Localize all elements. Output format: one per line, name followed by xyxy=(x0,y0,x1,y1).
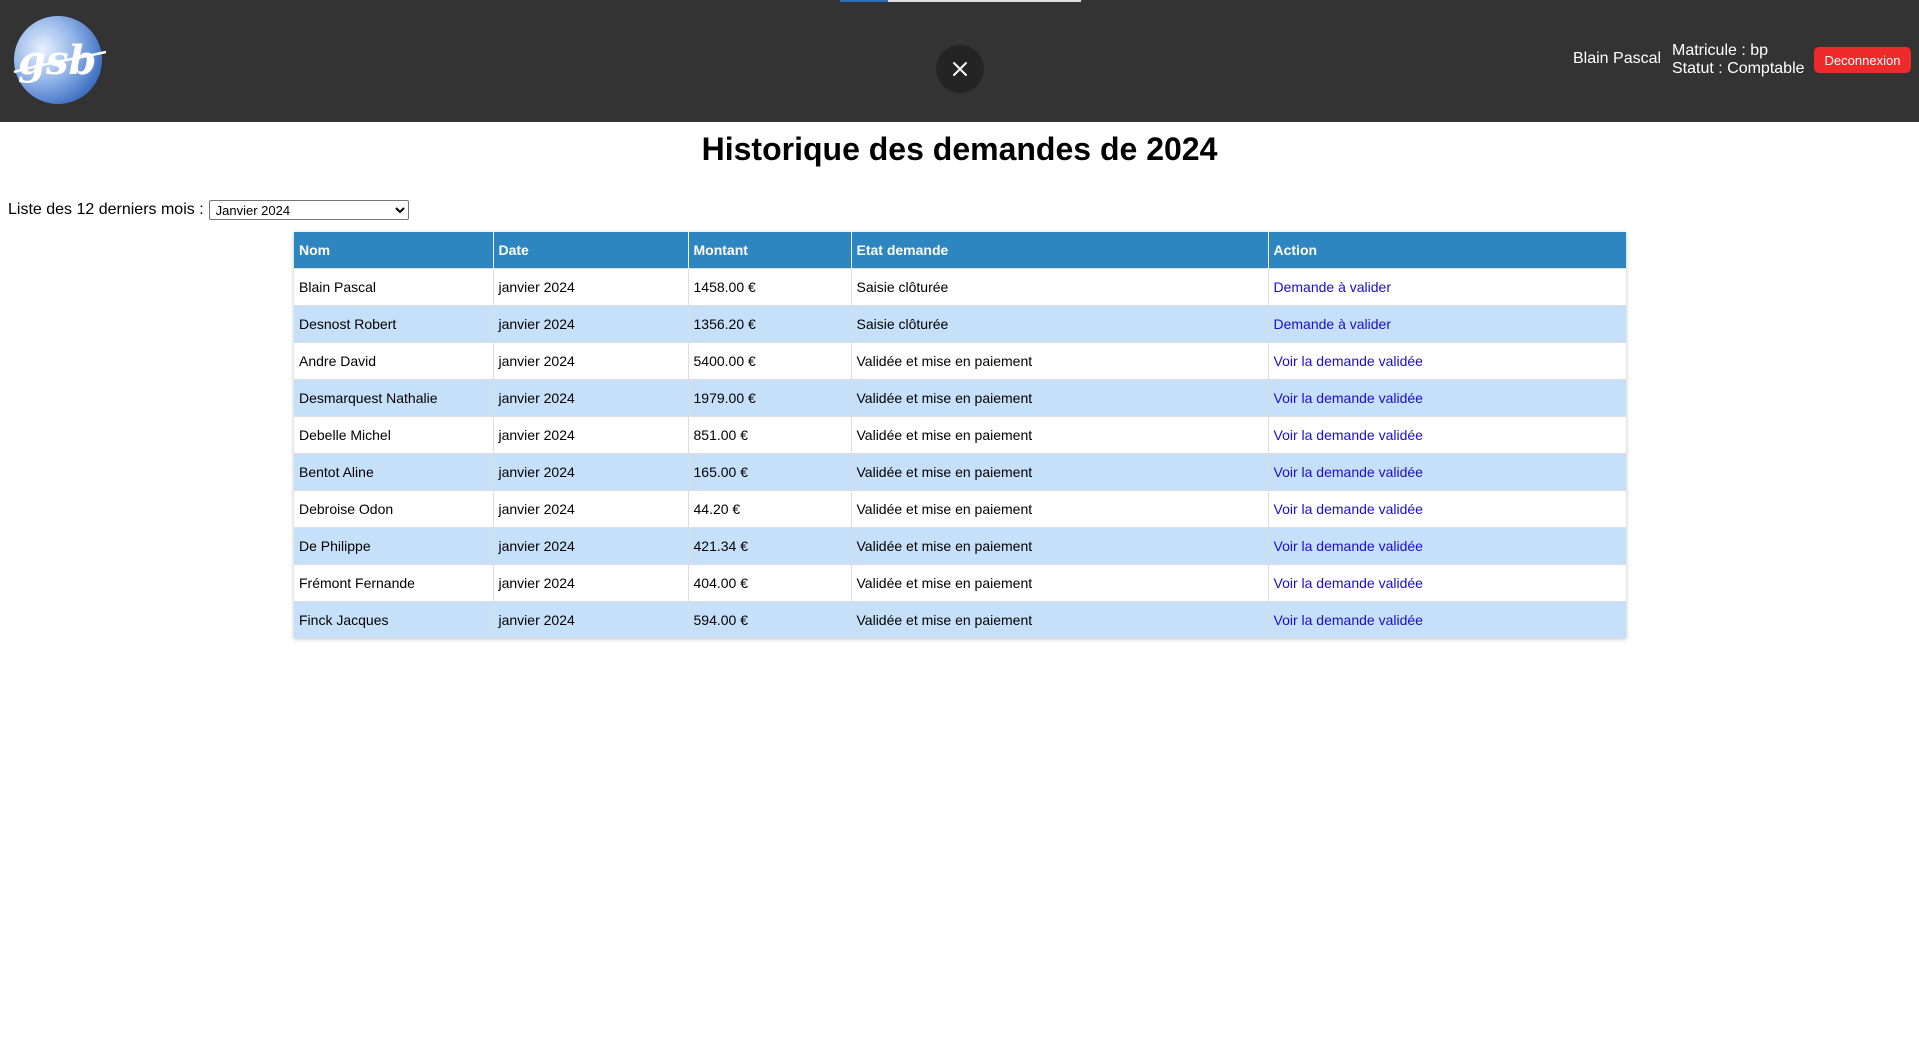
cell-montant: 1356.20 € xyxy=(688,305,852,343)
month-select[interactable]: Janvier 2024 xyxy=(208,200,409,220)
cell-date: janvier 2024 xyxy=(493,527,689,565)
user-matricule: Matricule : bp xyxy=(1672,42,1769,59)
user-statut: Statut : Comptable xyxy=(1672,60,1805,77)
cell-montant: 1458.00 € xyxy=(688,268,852,306)
cell-etat: Validée et mise en paiement xyxy=(851,453,1269,491)
table-row: Desnost Robert janvier 2024 1356.20 € Sa… xyxy=(294,305,1626,343)
column-header-etat: Etat demande xyxy=(851,232,1269,269)
cell-etat: Validée et mise en paiement xyxy=(851,342,1269,380)
table-row: Blain Pascal janvier 2024 1458.00 € Sais… xyxy=(294,268,1626,306)
action-link[interactable]: Voir la demande validée xyxy=(1274,390,1423,406)
cell-nom: Debroise Odon xyxy=(294,490,494,528)
gsb-logo[interactable]: gsb xyxy=(10,14,106,106)
table-row: Finck Jacques janvier 2024 594.00 € Vali… xyxy=(294,601,1626,638)
column-header-montant: Montant xyxy=(688,232,852,269)
cell-date: janvier 2024 xyxy=(493,379,689,417)
cell-action: Demande à valider xyxy=(1268,305,1626,343)
cell-etat: Validée et mise en paiement xyxy=(851,601,1269,638)
cell-action: Voir la demande validée xyxy=(1268,564,1626,602)
cell-montant: 421.34 € xyxy=(688,527,852,565)
close-button[interactable] xyxy=(936,45,984,93)
cell-etat: Saisie clôturée xyxy=(851,305,1269,343)
table-row: Frémont Fernande janvier 2024 404.00 € V… xyxy=(294,564,1626,602)
action-link[interactable]: Voir la demande validée xyxy=(1274,427,1423,443)
cell-action: Voir la demande validée xyxy=(1268,453,1626,491)
cell-date: janvier 2024 xyxy=(493,490,689,528)
top-progress-strip xyxy=(840,0,1081,2)
logout-button[interactable]: Deconnexion xyxy=(1814,47,1911,73)
month-filter: Liste des 12 derniers mois : Janvier 202… xyxy=(8,200,409,220)
cell-action: Voir la demande validée xyxy=(1268,490,1626,528)
cell-etat: Validée et mise en paiement xyxy=(851,490,1269,528)
cell-montant: 5400.00 € xyxy=(688,342,852,380)
cell-nom: Desmarquest Nathalie xyxy=(294,379,494,417)
cell-action: Voir la demande validée xyxy=(1268,416,1626,454)
table-row: Debroise Odon janvier 2024 44.20 € Valid… xyxy=(294,490,1626,528)
cell-montant: 851.00 € xyxy=(688,416,852,454)
cell-nom: De Philippe xyxy=(294,527,494,565)
cell-montant: 594.00 € xyxy=(688,601,852,638)
cell-montant: 165.00 € xyxy=(688,453,852,491)
cell-action: Voir la demande validée xyxy=(1268,342,1626,380)
cell-date: janvier 2024 xyxy=(493,601,689,638)
table-row: Andre David janvier 2024 5400.00 € Valid… xyxy=(294,342,1626,380)
user-name: Blain Pascal xyxy=(1573,50,1662,67)
action-link[interactable]: Demande à valider xyxy=(1274,279,1392,295)
cell-action: Demande à valider xyxy=(1268,268,1626,306)
close-icon xyxy=(953,62,967,76)
table-row: Bentot Aline janvier 2024 165.00 € Valid… xyxy=(294,453,1626,491)
top-strip-accent xyxy=(840,0,888,2)
table-row: Debelle Michel janvier 2024 851.00 € Val… xyxy=(294,416,1626,454)
logo-text: gsb xyxy=(18,37,96,84)
requests-table-container: Nom Date Montant Etat demande Action Bla… xyxy=(294,232,1626,638)
action-link[interactable]: Voir la demande validée xyxy=(1274,464,1423,480)
column-header-nom: Nom xyxy=(294,232,494,269)
page-title: Historique des demandes de 2024 xyxy=(701,131,1218,167)
cell-date: janvier 2024 xyxy=(493,305,689,343)
requests-table: Nom Date Montant Etat demande Action Bla… xyxy=(294,232,1626,638)
action-link[interactable]: Voir la demande validée xyxy=(1274,575,1423,591)
cell-montant: 404.00 € xyxy=(688,564,852,602)
cell-nom: Bentot Aline xyxy=(294,453,494,491)
cell-date: janvier 2024 xyxy=(493,564,689,602)
cell-action: Voir la demande validée xyxy=(1268,527,1626,565)
table-row: Desmarquest Nathalie janvier 2024 1979.0… xyxy=(294,379,1626,417)
cell-date: janvier 2024 xyxy=(493,342,689,380)
month-filter-label: Liste des 12 derniers mois : xyxy=(8,201,204,218)
cell-montant: 1979.00 € xyxy=(688,379,852,417)
cell-nom: Desnost Robert xyxy=(294,305,494,343)
action-link[interactable]: Demande à valider xyxy=(1274,316,1392,332)
cell-nom: Frémont Fernande xyxy=(294,564,494,602)
top-navbar: gsb Blain Pascal Matricule : bp Statut :… xyxy=(0,0,1919,122)
cell-date: janvier 2024 xyxy=(493,416,689,454)
action-link[interactable]: Voir la demande validée xyxy=(1274,353,1423,369)
cell-nom: Andre David xyxy=(294,342,494,380)
cell-montant: 44.20 € xyxy=(688,490,852,528)
table-row: De Philippe janvier 2024 421.34 € Validé… xyxy=(294,527,1626,565)
cell-date: janvier 2024 xyxy=(493,453,689,491)
action-link[interactable]: Voir la demande validée xyxy=(1274,501,1423,517)
cell-nom: Debelle Michel xyxy=(294,416,494,454)
table-header-row: Nom Date Montant Etat demande Action xyxy=(294,232,1626,269)
cell-etat: Validée et mise en paiement xyxy=(851,416,1269,454)
cell-etat: Validée et mise en paiement xyxy=(851,564,1269,602)
cell-nom: Finck Jacques xyxy=(294,601,494,638)
column-header-date: Date xyxy=(493,232,689,269)
cell-etat: Validée et mise en paiement xyxy=(851,527,1269,565)
cell-action: Voir la demande validée xyxy=(1268,379,1626,417)
column-header-action: Action xyxy=(1268,232,1626,269)
user-meta: Matricule : bp Statut : Comptable xyxy=(1672,42,1805,78)
cell-etat: Validée et mise en paiement xyxy=(851,379,1269,417)
cell-date: janvier 2024 xyxy=(493,268,689,306)
action-link[interactable]: Voir la demande validée xyxy=(1274,538,1423,554)
gsb-logo-image: gsb xyxy=(13,16,106,104)
action-link[interactable]: Voir la demande validée xyxy=(1274,612,1423,628)
cell-etat: Saisie clôturée xyxy=(851,268,1269,306)
cell-action: Voir la demande validée xyxy=(1268,601,1626,638)
cell-nom: Blain Pascal xyxy=(294,268,494,306)
